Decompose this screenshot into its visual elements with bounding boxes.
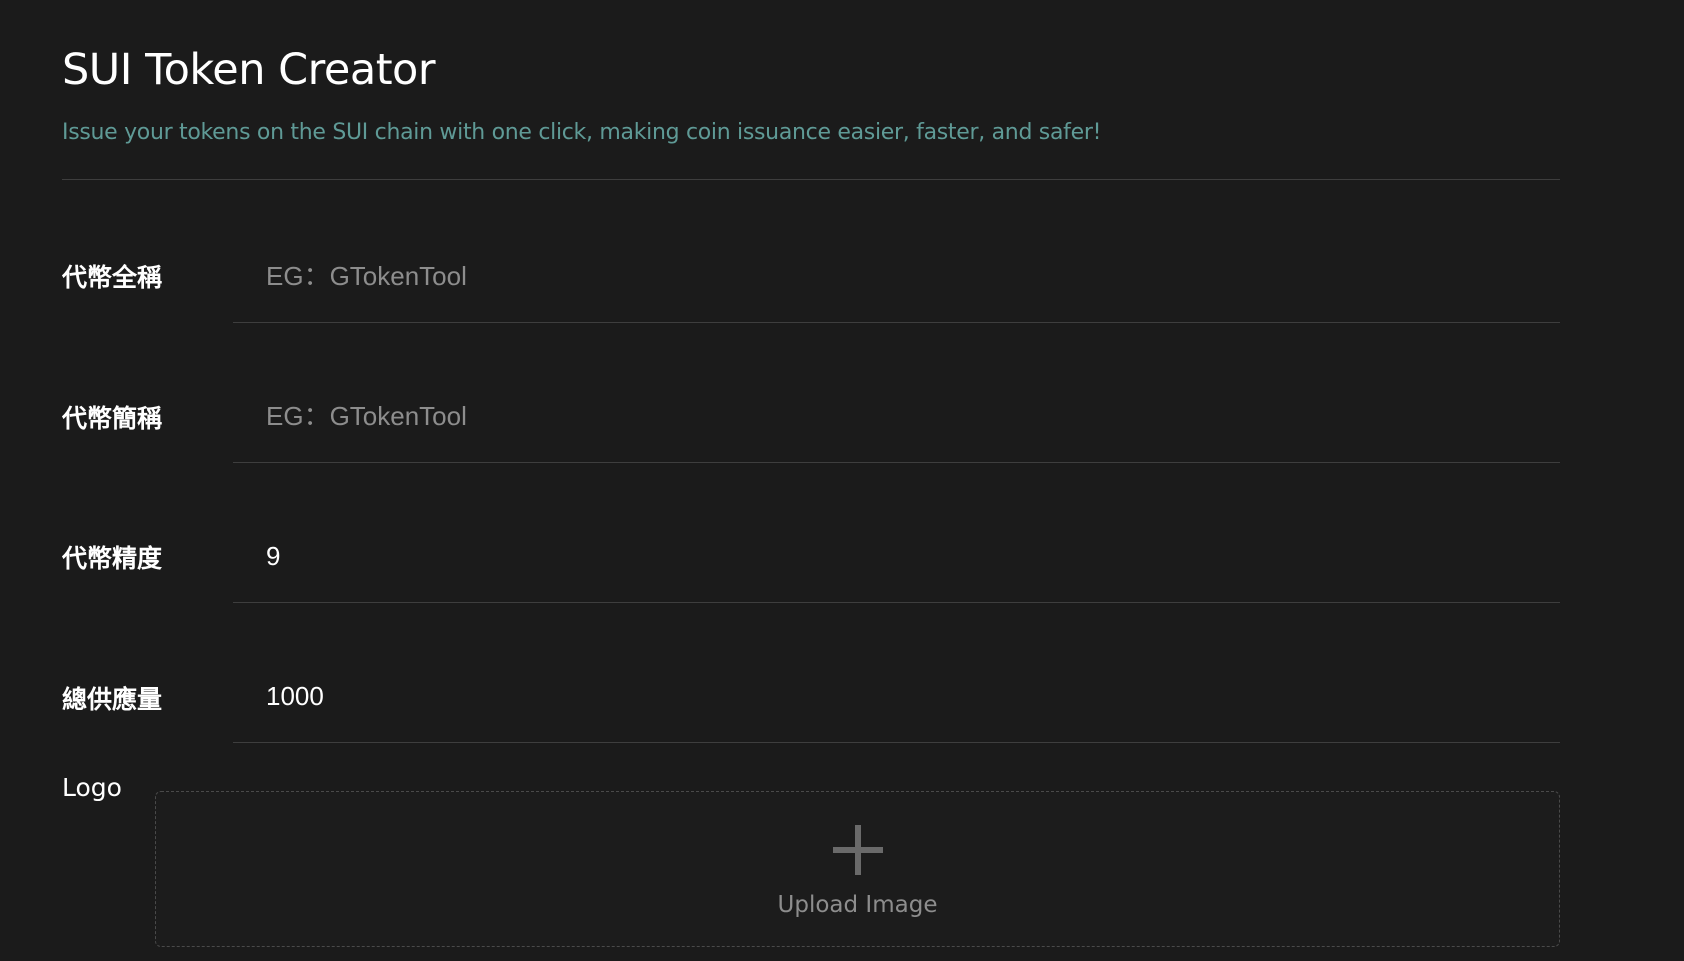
form-row-token-symbol: 代幣簡稱: [62, 370, 1560, 463]
form-row-total-supply: 總供應量: [62, 650, 1560, 743]
token-name-field-wrapper: [233, 230, 1560, 323]
page-title: SUI Token Creator: [62, 45, 436, 95]
token-decimals-label: 代幣精度: [62, 545, 163, 573]
plus-icon: [832, 825, 883, 875]
token-symbol-label: 代幣簡稱: [62, 405, 163, 433]
token-creator-page: SUI Token Creator Issue your tokens on t…: [0, 0, 1684, 961]
token-name-input[interactable]: [233, 230, 1560, 322]
total-supply-label: 總供應量: [62, 686, 163, 714]
total-supply-input[interactable]: [233, 650, 1560, 742]
page-header: SUI Token Creator Issue your tokens on t…: [62, 40, 1560, 180]
logo-label: Logo: [62, 773, 122, 802]
total-supply-field-wrapper: [233, 650, 1560, 743]
token-decimals-input[interactable]: [233, 510, 1560, 602]
logo-upload-button[interactable]: Upload Image: [155, 791, 1560, 947]
token-symbol-input[interactable]: [233, 370, 1560, 462]
token-symbol-field-wrapper: [233, 370, 1560, 463]
token-decimals-field-wrapper: [233, 510, 1560, 603]
form-row-token-decimals: 代幣精度: [62, 510, 1560, 603]
form-row-token-name: 代幣全稱: [62, 230, 1560, 323]
token-name-label: 代幣全稱: [62, 264, 163, 292]
upload-image-label: Upload Image: [777, 892, 938, 918]
page-subtitle: Issue your tokens on the SUI chain with …: [62, 120, 1102, 145]
